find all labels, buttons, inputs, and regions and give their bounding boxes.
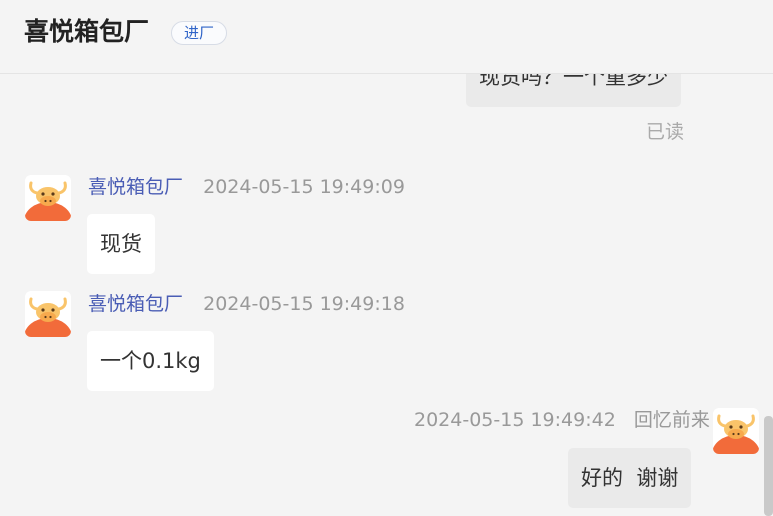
message-bubble-outgoing[interactable]: 现货吗？一个重多少 — [466, 74, 681, 107]
message-time: 2024-05-15 19:49:42 — [414, 409, 616, 431]
cartoon-bull-avatar-icon — [713, 414, 759, 454]
cartoon-bull-avatar-icon — [25, 297, 71, 337]
chat-header: 喜悦箱包厂 进厂 — [0, 0, 773, 74]
chat-title: 喜悦箱包厂 — [24, 17, 150, 46]
message-text: 好的 谢谢 — [581, 466, 679, 490]
message-bubble-incoming[interactable]: 现货 — [87, 214, 155, 274]
scrollbar[interactable] — [764, 416, 773, 516]
message-time: 2024-05-15 19:49:18 — [203, 293, 405, 315]
message-time: 2024-05-15 19:49:09 — [203, 176, 405, 198]
sender-name[interactable]: 喜悦箱包厂 — [88, 293, 183, 315]
sender-name[interactable]: 喜悦箱包厂 — [88, 176, 183, 198]
read-status: 已读 — [646, 121, 685, 143]
message-meta: 2024-05-15 19:49:42 回忆前来 — [414, 408, 710, 432]
message-meta: 喜悦箱包厂 2024-05-15 19:49:18 — [88, 292, 405, 316]
message-text: 现货吗？一个重多少 — [479, 74, 668, 89]
message-bubble-incoming[interactable]: 一个0.1kg — [87, 331, 214, 391]
cartoon-bull-avatar-icon — [25, 181, 71, 221]
message-meta: 喜悦箱包厂 2024-05-15 19:49:09 — [88, 175, 405, 199]
avatar[interactable] — [25, 175, 71, 221]
message-text: 现货 — [100, 232, 142, 256]
message-bubble-outgoing[interactable]: 好的 谢谢 — [568, 448, 692, 508]
message-text: 一个0.1kg — [100, 349, 201, 373]
message-list[interactable]: 现货吗？一个重多少 已读 喜悦箱包厂 2024-05-15 19:49:09 现… — [0, 74, 773, 516]
avatar[interactable] — [713, 408, 759, 454]
avatar[interactable] — [25, 291, 71, 337]
sender-name: 回忆前来 — [633, 409, 710, 431]
enter-factory-badge[interactable]: 进厂 — [171, 21, 228, 45]
